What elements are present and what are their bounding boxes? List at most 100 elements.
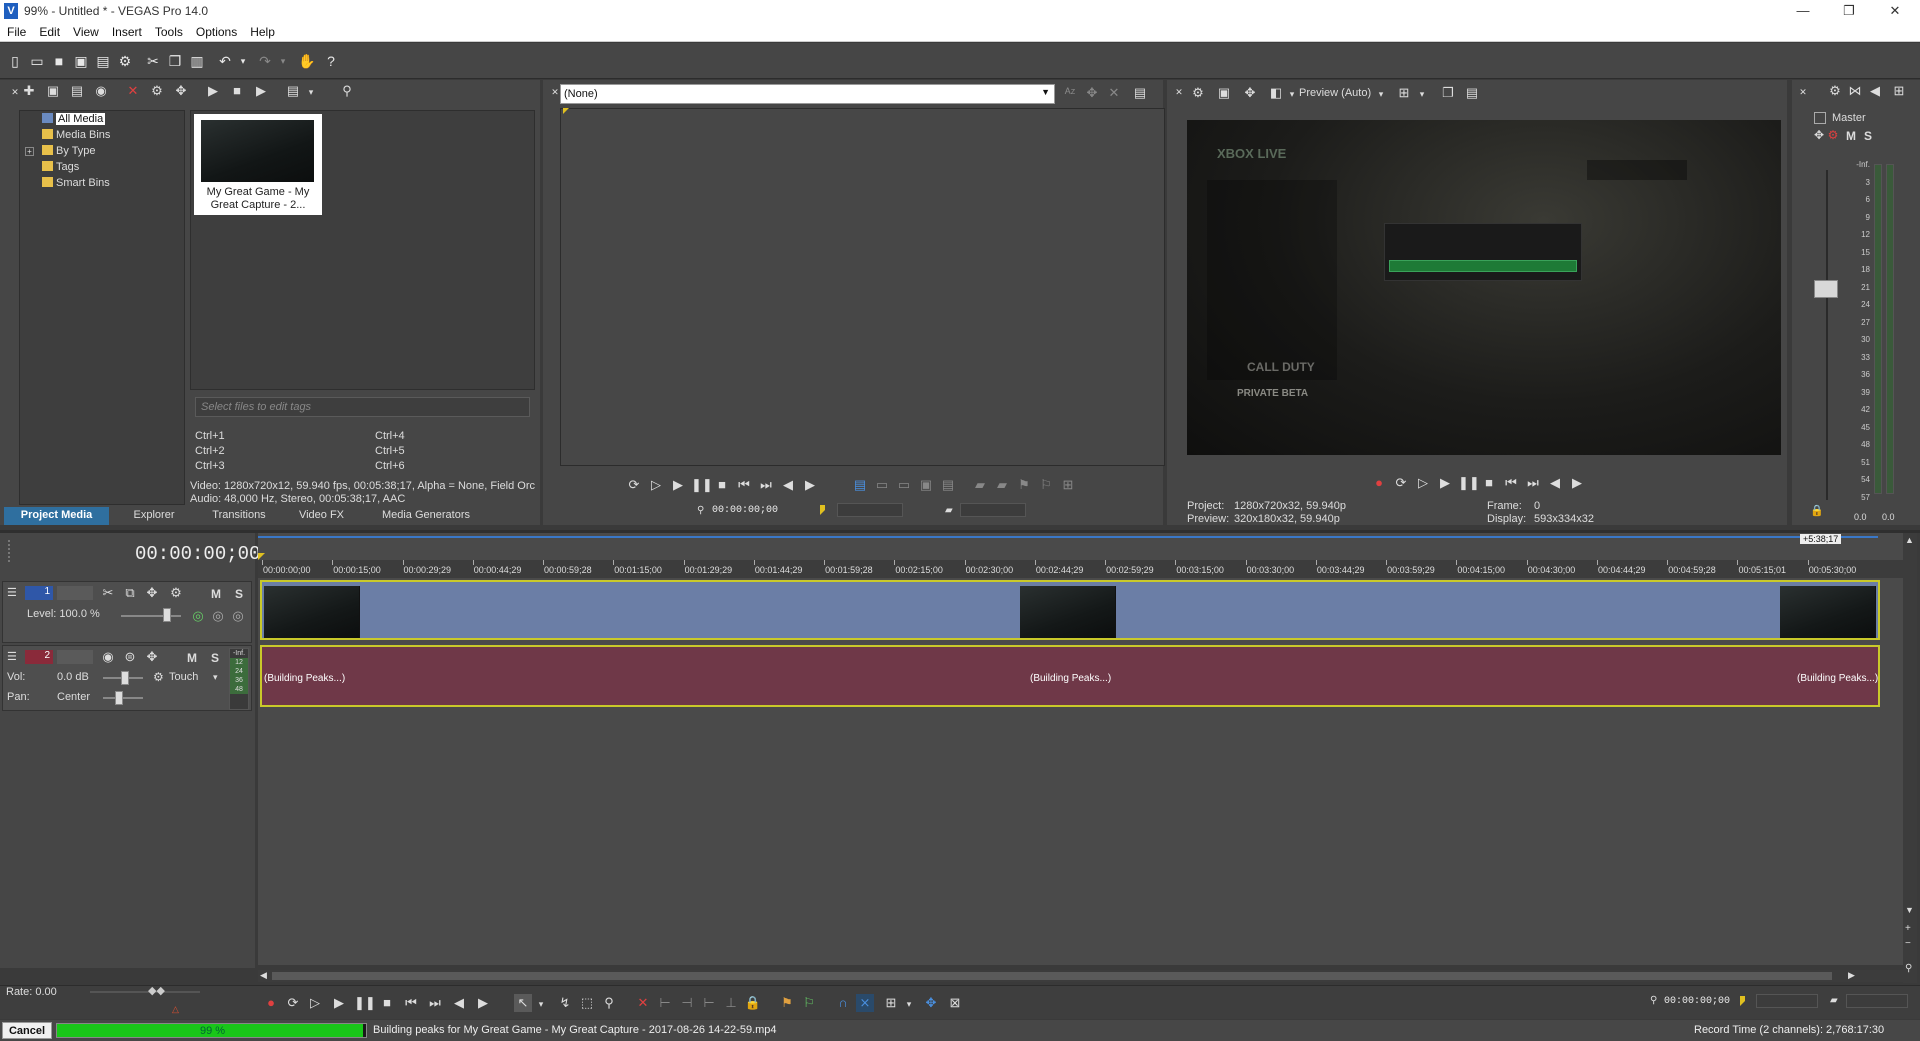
paste-icon[interactable]: ▥	[188, 52, 206, 70]
bus-fx-icon[interactable]: ⚙	[1824, 126, 1842, 144]
video-fx-icon[interactable]: ✥	[1241, 84, 1259, 102]
media-properties-icon[interactable]: ✥	[172, 82, 190, 100]
automation-icon[interactable]: ✥	[143, 648, 161, 666]
menu-file[interactable]: File	[0, 22, 32, 39]
composite-mode-icon[interactable]: ◎	[189, 607, 207, 625]
render-as-icon[interactable]: ▤	[94, 52, 112, 70]
media-fx-icon[interactable]: ⚙	[148, 82, 166, 100]
audio-track-header[interactable]: ☰ 2 ◉ ⊜ ✥ M S Vol: 0.0 dB ⚙ Touch ▾ Pan:…	[2, 645, 252, 711]
video-clip-thumbnail[interactable]	[1780, 586, 1876, 638]
chevron-down-icon[interactable]: ▾	[1372, 85, 1390, 103]
next-frame-icon[interactable]: ▶	[474, 994, 492, 1012]
expand-icon[interactable]: +	[25, 147, 34, 156]
tree-item-media-bins[interactable]: Media Bins	[42, 129, 110, 143]
marker-in-icon[interactable]: ▰	[971, 476, 989, 494]
master-fader-handle[interactable]	[1814, 280, 1838, 298]
views-icon[interactable]: ▤	[284, 82, 302, 100]
close-panel-icon[interactable]: ✕	[1794, 83, 1812, 101]
help-icon[interactable]: ?	[322, 52, 340, 70]
tree-item-all-media[interactable]: All Media	[42, 113, 106, 127]
copy-snapshot-icon[interactable]: ❐	[1439, 84, 1457, 102]
copy-icon[interactable]: ❐	[166, 52, 184, 70]
next-frame-icon[interactable]: ▶	[801, 476, 819, 494]
solo-button[interactable]: S	[235, 587, 243, 601]
go-to-start-icon[interactable]: ⏮	[1502, 474, 1520, 492]
selection-start-field[interactable]	[1756, 994, 1818, 1008]
trimmer-options-icon[interactable]: ▤	[1131, 84, 1149, 102]
tag-shortcut[interactable]: Ctrl+2	[195, 445, 225, 457]
new-project-icon[interactable]: ▯	[6, 52, 24, 70]
arm-record-icon[interactable]: ◉	[99, 648, 117, 666]
track-fx-icon[interactable]: ⊜	[121, 648, 139, 666]
loop-icon[interactable]: ⟳	[284, 994, 302, 1012]
undo-dropdown-icon[interactable]: ▾	[234, 52, 252, 70]
parent-icon[interactable]: ◎	[209, 607, 227, 625]
save-snapshot-icon[interactable]: ▤	[1463, 84, 1481, 102]
menu-view[interactable]: View	[66, 22, 105, 39]
chevron-down-icon[interactable]: ▾	[213, 672, 218, 683]
track-name-field[interactable]	[57, 586, 93, 600]
dim-output-icon[interactable]: ◀	[1866, 82, 1884, 100]
chevron-down-icon[interactable]: ▾	[1413, 85, 1431, 103]
previous-frame-icon[interactable]: ◀	[450, 994, 468, 1012]
zoom-tool-icon[interactable]: ⚲	[600, 994, 618, 1012]
overlays-icon[interactable]: ⊞	[1395, 84, 1413, 102]
menu-options[interactable]: Options	[189, 22, 243, 39]
tag-shortcut[interactable]: Ctrl+3	[195, 460, 225, 472]
mute-button[interactable]: M	[1846, 129, 1856, 143]
play-icon[interactable]: ▶	[330, 994, 348, 1012]
trim-start-icon[interactable]: ⊣	[678, 994, 696, 1012]
cancel-button[interactable]: Cancel	[2, 1022, 52, 1039]
track-menu-icon[interactable]: ☰	[7, 650, 17, 663]
go-to-end-icon[interactable]: ⏭	[426, 994, 444, 1012]
undo-icon[interactable]: ↶	[216, 52, 234, 70]
tag-shortcut[interactable]: Ctrl+4	[375, 430, 405, 442]
normal-edit-tool-icon[interactable]: ↖	[514, 994, 532, 1012]
trim-icon[interactable]: ⊢	[656, 994, 674, 1012]
media-item[interactable]: My Great Game - My Great Capture - 2...	[194, 114, 322, 215]
video-clip-thumbnail[interactable]	[264, 586, 360, 638]
next-frame-icon[interactable]: ▶	[1568, 474, 1586, 492]
downmix-icon[interactable]: ⋈	[1846, 82, 1864, 100]
search-icon[interactable]: ⚲	[338, 82, 356, 100]
scroll-down-icon[interactable]: ▼	[1905, 905, 1914, 915]
go-to-start-icon[interactable]: ⏮	[735, 476, 753, 494]
capture-icon[interactable]: ▣	[44, 82, 62, 100]
go-to-end-icon[interactable]: ⏭	[1524, 474, 1542, 492]
menu-insert[interactable]: Insert	[105, 22, 148, 39]
automation-mode[interactable]: Touch	[169, 671, 198, 683]
tab-transitions[interactable]: Transitions	[199, 507, 279, 525]
lock-envelopes-icon[interactable]: ✥	[922, 994, 940, 1012]
fit-icon[interactable]: ▣	[917, 476, 935, 494]
pan-crop-icon[interactable]: ⧉	[121, 584, 139, 602]
add-before-icon[interactable]: ▭	[873, 476, 891, 494]
drag-handle[interactable]	[8, 540, 11, 562]
save-icon[interactable]: ■	[50, 52, 68, 70]
previous-frame-icon[interactable]: ◀	[1546, 474, 1564, 492]
tree-item-smart-bins[interactable]: Smart Bins	[42, 177, 110, 191]
loop-icon[interactable]: ⟳	[625, 476, 643, 494]
selection-length-field[interactable]	[1846, 994, 1908, 1008]
trimmer-extra-icon[interactable]: ⊞	[1059, 476, 1077, 494]
tag-input[interactable]: Select files to edit tags	[195, 397, 530, 417]
web-media-icon[interactable]: ◉	[92, 82, 110, 100]
vertical-scrollbar[interactable]: ▲ ▼ + − ⚲	[1903, 533, 1917, 983]
remove-icon[interactable]: ✕	[124, 82, 142, 100]
scroll-thumb[interactable]	[272, 972, 1832, 980]
zoom-tool-icon[interactable]: ⚲	[1905, 963, 1912, 974]
open-icon[interactable]: ▭	[28, 52, 46, 70]
scroll-up-icon[interactable]: ▲	[1905, 535, 1914, 545]
redo-dropdown-icon[interactable]: ▾	[274, 52, 292, 70]
previous-frame-icon[interactable]: ◀	[779, 476, 797, 494]
add-to-timeline-icon[interactable]: ▤	[851, 476, 869, 494]
ignore-grouping-icon[interactable]: ⊠	[946, 994, 964, 1012]
loop-icon[interactable]: ⟳	[1392, 474, 1410, 492]
insert-marker-icon[interactable]: ⚑	[778, 994, 796, 1012]
solo-button[interactable]: S	[1864, 129, 1872, 143]
bus-toggle-icon[interactable]	[1814, 112, 1826, 124]
chevron-down-icon[interactable]: ▾	[900, 995, 918, 1013]
play-from-start-icon[interactable]: ▷	[306, 994, 324, 1012]
stop-icon[interactable]: ■	[228, 82, 246, 100]
go-to-end-icon[interactable]: ⏭	[757, 476, 775, 494]
cut-icon[interactable]: ✂	[144, 52, 162, 70]
